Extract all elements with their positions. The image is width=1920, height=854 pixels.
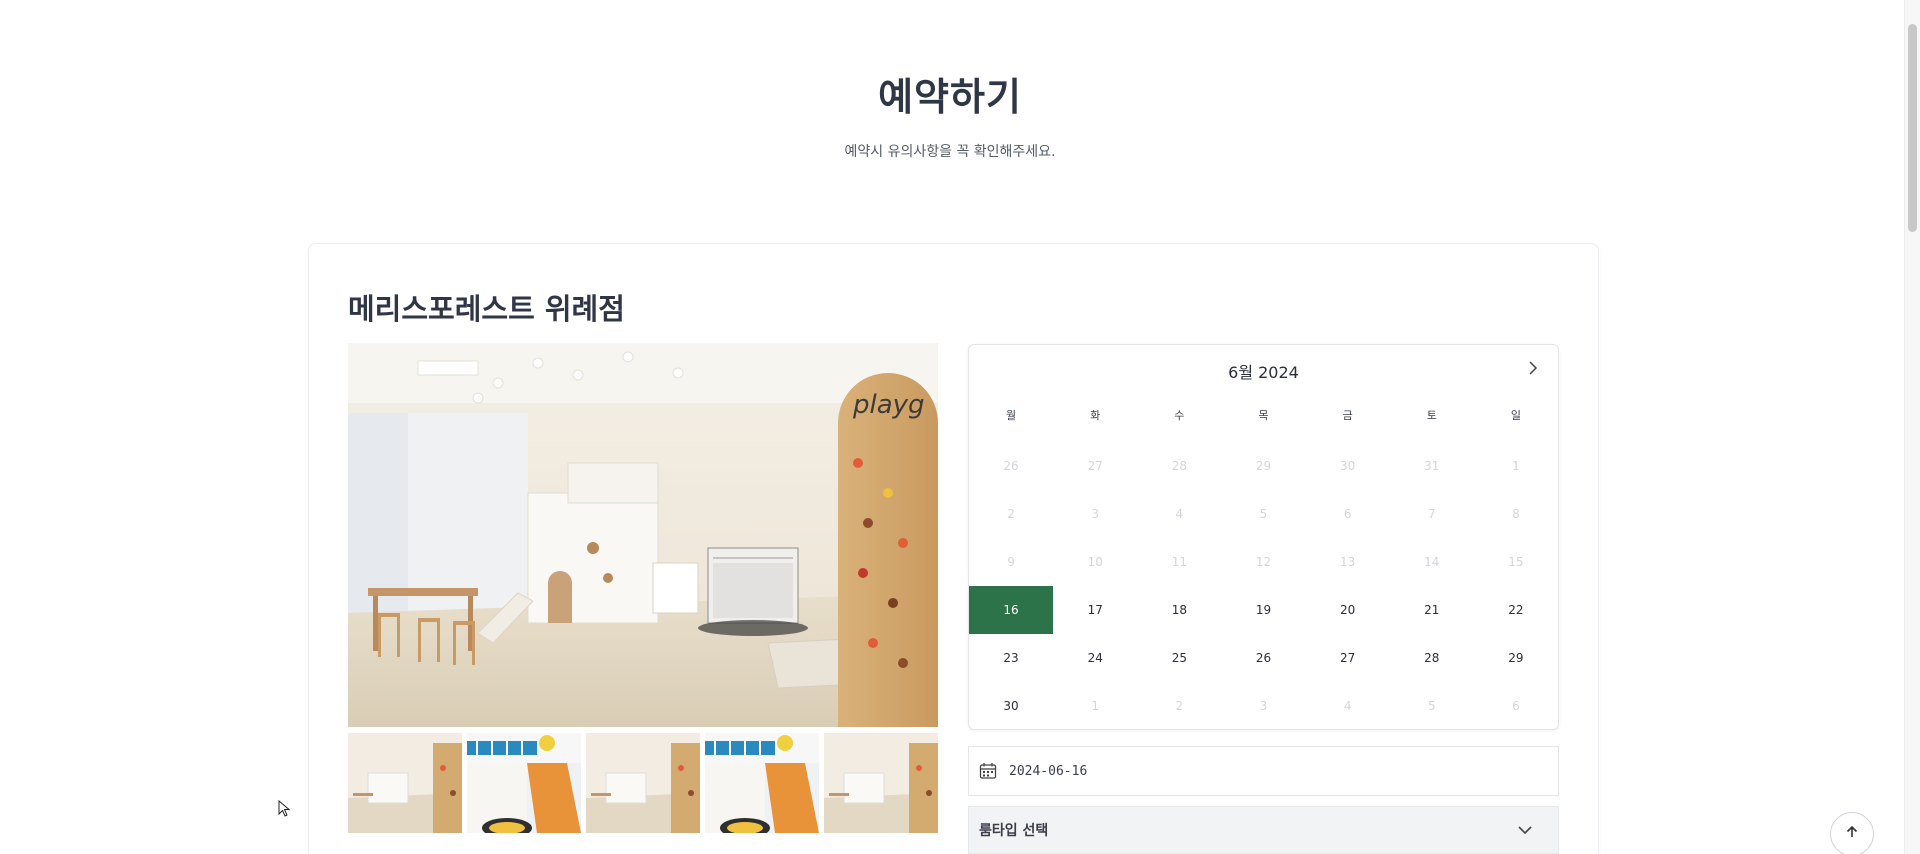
calendar-day: 15 [1508, 555, 1524, 569]
calendar-day: 3 [1259, 699, 1268, 713]
calendar-day[interactable]: 24 [1053, 634, 1137, 682]
calendar-day[interactable]: 30 [969, 682, 1053, 730]
calendar-day[interactable]: 23 [969, 634, 1053, 682]
room-type-select[interactable]: 룸타입 선택 [968, 806, 1559, 854]
calendar-day[interactable]: 27 [1306, 634, 1390, 682]
calendar-day-selected[interactable]: 16 [969, 586, 1054, 634]
calendar-icon [979, 762, 997, 780]
calendar: 6월 2024 월화수목금토일 26 27 28 29 30 31 1 2 3 4 5 6 7 8 9 10 1… [968, 344, 1559, 730]
calendar-day: 5 [1427, 699, 1436, 713]
calendar-day[interactable]: 21 [1390, 586, 1474, 634]
scroll-top-button[interactable] [1830, 812, 1874, 854]
calendar-day: 29 [1255, 459, 1272, 473]
calendar-day[interactable]: 26 [1221, 634, 1305, 682]
page-subtitle: 예약시 유의사항을 꼭 확인해주세요. [844, 144, 1056, 160]
calendar-weekday: 화 [1090, 409, 1101, 422]
calendar-day: 2 [1175, 699, 1184, 713]
calendar-weekdays: 월화수목금토일 [969, 407, 1558, 423]
calendar-day: 3 [1091, 507, 1100, 521]
calendar-weekday: 목 [1258, 409, 1269, 422]
calendar-day: 10 [1087, 555, 1103, 569]
calendar-day: 6 [1343, 507, 1352, 521]
calendar-day: 1 [1091, 699, 1100, 713]
calendar-month-label: 6월 2024 [1228, 363, 1299, 382]
calendar-day[interactable]: 25 [1137, 634, 1221, 682]
calendar-day: 1 [1512, 459, 1520, 473]
calendar-day: 2 [1007, 507, 1015, 521]
calendar-weekday: 일 [1510, 409, 1521, 422]
calendar-day: 6 [1512, 699, 1520, 713]
calendar-day: 13 [1339, 555, 1356, 569]
calendar-day[interactable]: 28 [1390, 634, 1474, 682]
thumbnail-1[interactable] [348, 733, 462, 833]
calendar-day: 14 [1424, 555, 1440, 569]
scrollbar-thumb[interactable] [1908, 24, 1917, 232]
calendar-day: 30 [1339, 459, 1356, 473]
calendar-day: 28 [1171, 459, 1187, 473]
arrow-up-icon [1844, 824, 1860, 844]
thumbnail-3[interactable] [586, 733, 700, 833]
main-photo[interactable]: playg [348, 343, 938, 727]
branch-title: 메리스포레스트 위례점 [348, 292, 625, 326]
chevron-right-icon[interactable] [1522, 357, 1544, 379]
calendar-weekday: 금 [1342, 409, 1353, 422]
calendar-day: 4 [1175, 507, 1184, 521]
calendar-header: 6월 2024 [969, 345, 1558, 393]
calendar-day[interactable]: 17 [1053, 586, 1137, 634]
date-field[interactable] [968, 746, 1559, 796]
page-scrollbar[interactable] [1904, 0, 1920, 854]
page-title: 예약하기 [878, 75, 1022, 119]
calendar-grid: 26 27 28 29 30 31 1 2 3 4 5 6 7 8 9 10 11 12 13 14 15 16 17 18 1… [969, 442, 1558, 730]
svg-text:playg: playg [852, 390, 925, 420]
calendar-weekday: 수 [1174, 409, 1185, 422]
calendar-day[interactable]: 18 [1137, 586, 1221, 634]
date-input[interactable] [1009, 763, 1409, 779]
calendar-day: 12 [1255, 555, 1272, 569]
calendar-day: 11 [1171, 555, 1187, 569]
calendar-day: 4 [1343, 699, 1352, 713]
calendar-day[interactable]: 22 [1474, 586, 1558, 634]
room-type-select-label: 룸타입 선택 [979, 823, 1049, 839]
calendar-day: 5 [1259, 507, 1268, 521]
thumbnail-2[interactable] [467, 733, 581, 833]
calendar-day[interactable]: 20 [1306, 586, 1390, 634]
thumbnail-4[interactable] [705, 733, 819, 833]
calendar-day: 31 [1424, 459, 1440, 473]
thumbnail-strip [348, 733, 938, 833]
chevron-down-icon [1516, 821, 1534, 839]
calendar-day: 8 [1512, 507, 1520, 521]
calendar-day: 7 [1427, 507, 1436, 521]
calendar-day[interactable]: 29 [1474, 634, 1558, 682]
calendar-weekday: 월 [1006, 409, 1017, 422]
calendar-day[interactable]: 19 [1221, 586, 1305, 634]
calendar-day: 9 [1007, 555, 1015, 569]
calendar-weekday: 토 [1426, 409, 1437, 422]
thumbnail-5[interactable] [824, 733, 938, 833]
calendar-day: 26 [1003, 459, 1019, 473]
calendar-day: 27 [1087, 459, 1103, 473]
mouse-cursor-icon [278, 799, 292, 818]
